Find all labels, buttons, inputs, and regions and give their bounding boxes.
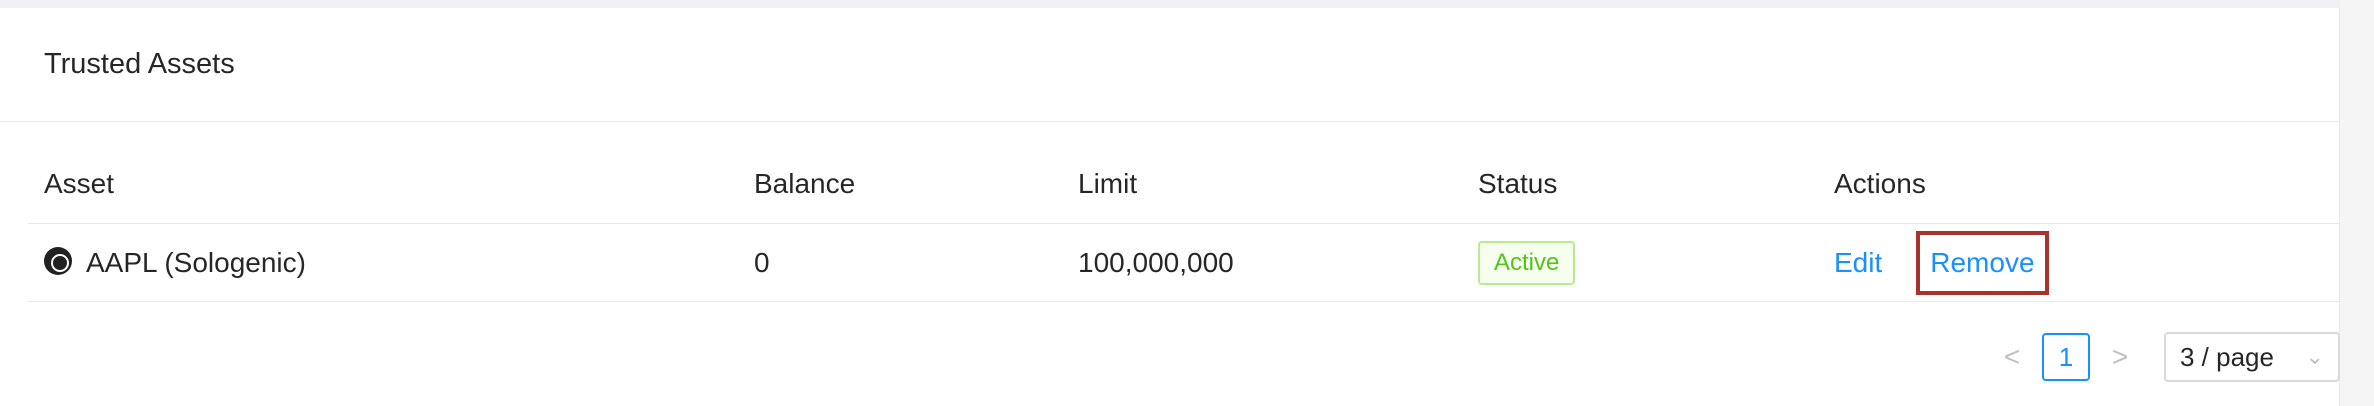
page-background-strip	[0, 0, 2374, 8]
edit-link[interactable]: Edit	[1834, 247, 1882, 278]
scrollbar-gutter[interactable]	[2340, 0, 2374, 406]
trusted-assets-table: Asset Balance Limit Status Actions AAPL …	[28, 144, 2340, 302]
limit-cell: 100,000,000	[1078, 246, 1234, 278]
remove-link[interactable]: Remove	[1930, 247, 2034, 278]
trusted-assets-card: Trusted Assets Asset Balance Limit Statu…	[0, 8, 2340, 406]
status-cell: Active	[1478, 240, 1576, 285]
page-1-button[interactable]: 1	[2042, 333, 2090, 381]
asset-cell: AAPL (Sologenic)	[44, 247, 306, 279]
sologenic-coin-icon	[44, 247, 72, 276]
column-header-limit: Limit	[1078, 167, 1138, 199]
page-size-select[interactable]: 3 / page ⌄	[2164, 332, 2340, 382]
balance-cell: 0	[754, 246, 770, 278]
column-header-status: Status	[1478, 167, 1558, 199]
pagination: < 1 > 3 / page ⌄	[1990, 332, 2340, 382]
column-header-actions: Actions	[1834, 167, 1926, 199]
chevron-down-icon: ⌄	[2305, 344, 2324, 369]
asset-name: AAPL (Sologenic)	[86, 246, 306, 278]
status-badge: Active	[1478, 240, 1576, 285]
next-page-button[interactable]: >	[2098, 335, 2142, 379]
table-row: AAPL (Sologenic) 0 100,000,000 Active Ed…	[28, 224, 2340, 302]
card-header: Trusted Assets	[0, 8, 2339, 122]
page-size-value: 3 / page	[2180, 341, 2274, 372]
column-header-asset: Asset	[44, 167, 115, 199]
table-header-row: Asset Balance Limit Status Actions	[28, 144, 2340, 224]
card-title: Trusted Assets	[44, 48, 235, 80]
remove-highlight-box: Remove	[1916, 230, 2049, 295]
actions-cell: Edit Remove	[1834, 230, 2049, 295]
prev-page-button[interactable]: <	[1990, 335, 2034, 379]
column-header-balance: Balance	[754, 167, 856, 199]
